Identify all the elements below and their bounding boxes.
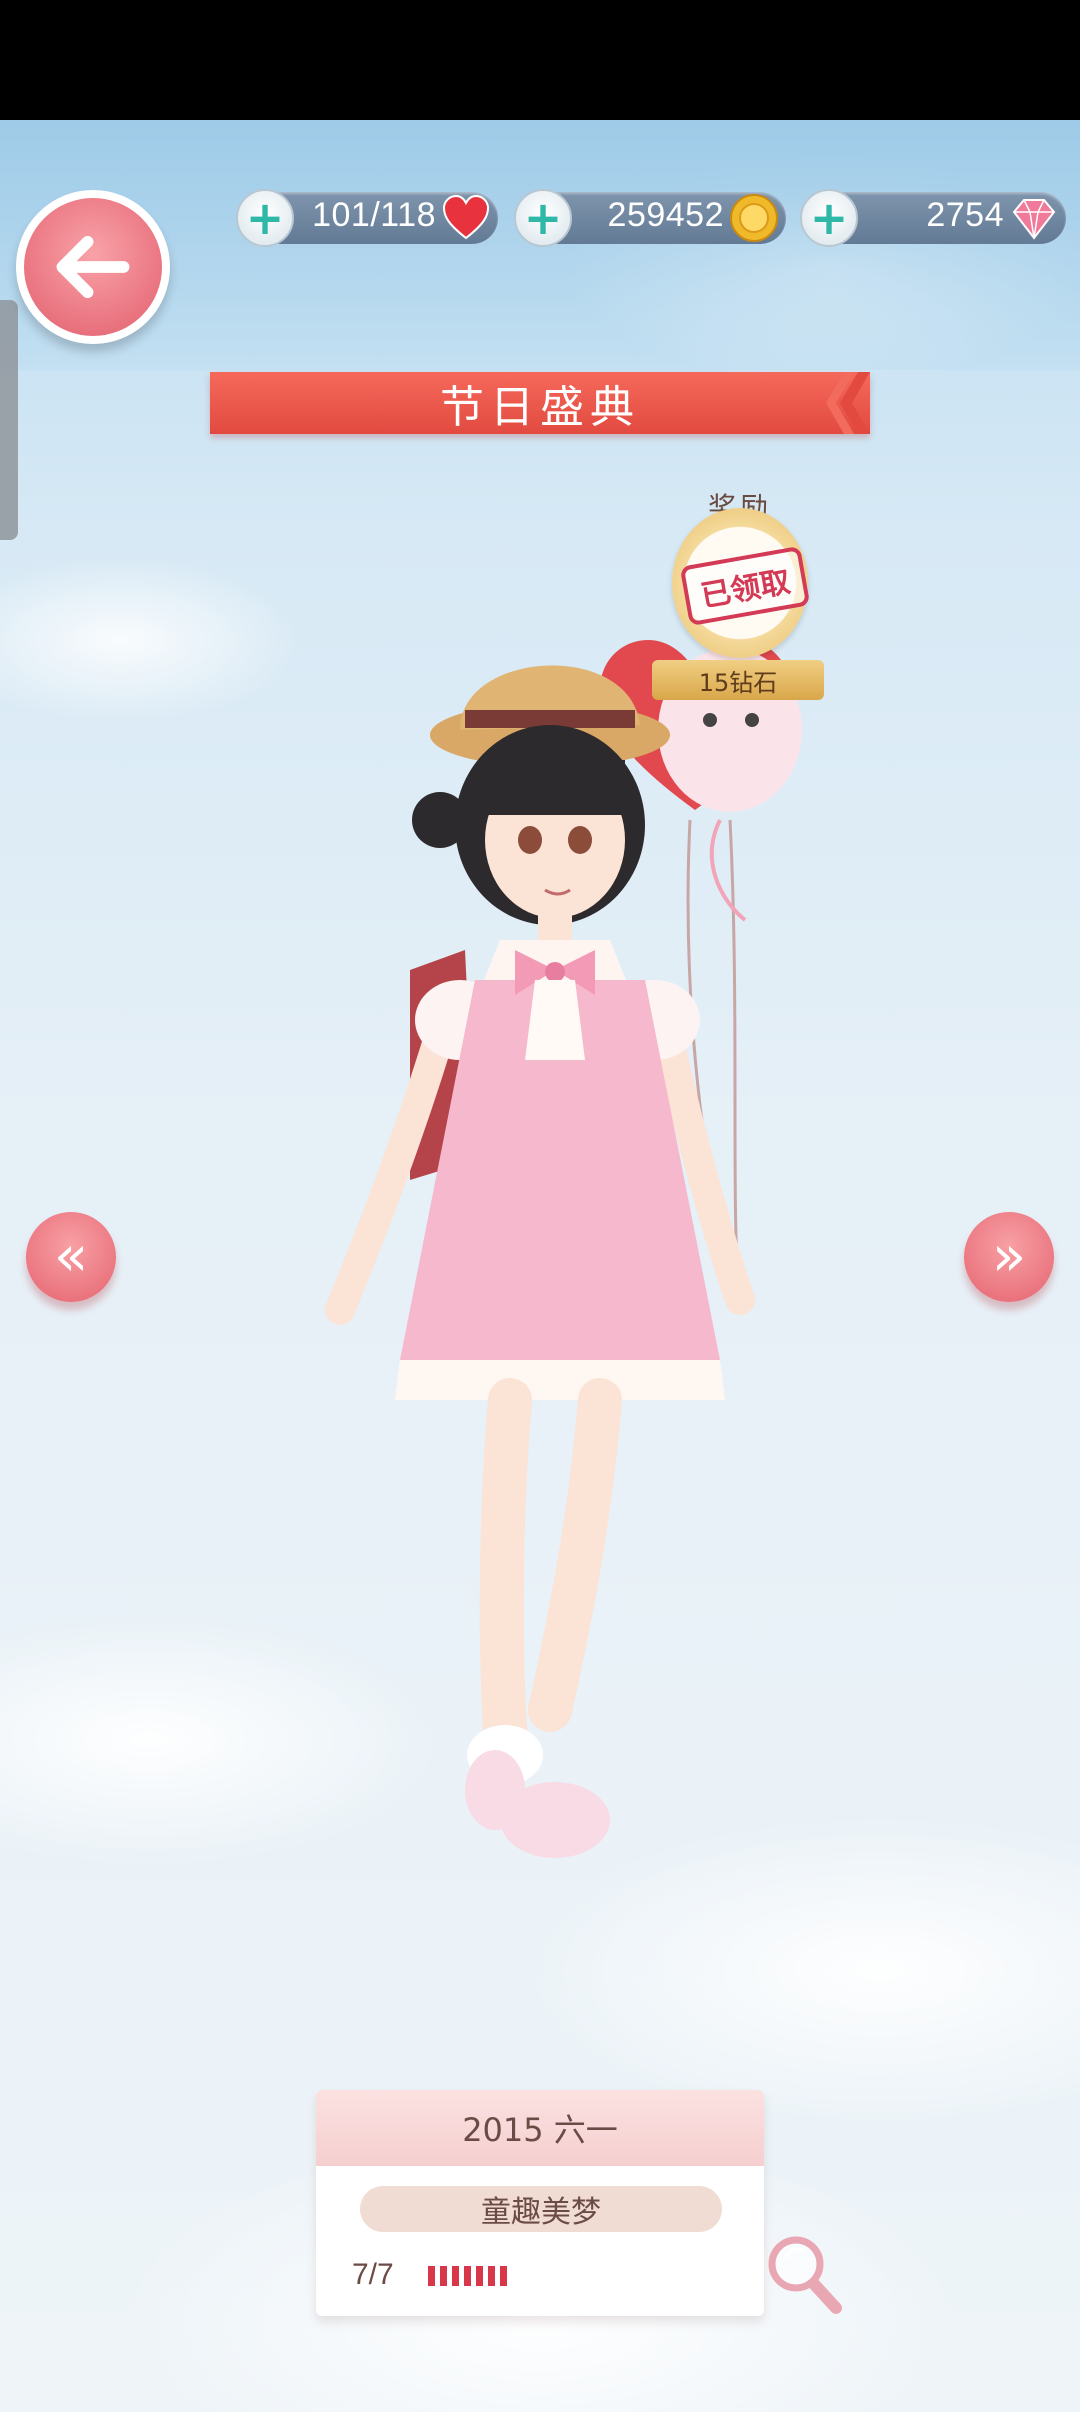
status-bar: [0, 0, 1080, 120]
suit-info-card: 2015 六一 童趣美梦 7/7: [316, 2090, 764, 2316]
banner-right-chevron-icon: [826, 372, 870, 434]
gold-counter: + 259452: [514, 189, 786, 247]
search-icon[interactable]: [764, 2232, 844, 2316]
double-left-arrow-icon: «: [53, 1224, 89, 1289]
add-stamina-button[interactable]: +: [236, 189, 294, 247]
diamond-counter: + 2754: [800, 189, 1066, 247]
double-right-arrow-icon: »: [991, 1224, 1027, 1289]
next-button[interactable]: »: [964, 1212, 1054, 1302]
progress-tick: [464, 2266, 471, 2286]
page-title: 节日盛典: [210, 372, 870, 434]
collection-progress-bars: [428, 2266, 507, 2286]
add-gold-button[interactable]: +: [514, 189, 572, 247]
collection-progress-text: 7/7: [352, 2258, 394, 2291]
back-arrow-icon: [56, 235, 130, 299]
heart-icon: [442, 194, 490, 240]
progress-tick: [440, 2266, 447, 2286]
add-diamond-button[interactable]: +: [800, 189, 858, 247]
edge-handle[interactable]: [0, 300, 18, 540]
stamina-value: 101/118: [312, 196, 436, 234]
diamond-value: 2754: [926, 196, 1004, 234]
progress-tick: [428, 2266, 435, 2286]
gold-value: 259452: [607, 196, 724, 234]
reward-amount: 15钻石: [652, 660, 824, 700]
progress-tick: [476, 2266, 483, 2286]
back-button[interactable]: [16, 190, 170, 344]
diamond-icon: [1012, 199, 1056, 240]
progress-tick: [500, 2266, 507, 2286]
stamina-counter: + 101/118: [236, 189, 498, 247]
previous-button[interactable]: «: [26, 1212, 116, 1302]
progress-tick: [488, 2266, 495, 2286]
progress-tick: [452, 2266, 459, 2286]
character-illustration: [325, 533, 802, 1858]
suit-name: 童趣美梦: [360, 2186, 722, 2232]
gold-coin-icon: [730, 194, 778, 242]
event-name: 2015 六一: [316, 2090, 764, 2166]
